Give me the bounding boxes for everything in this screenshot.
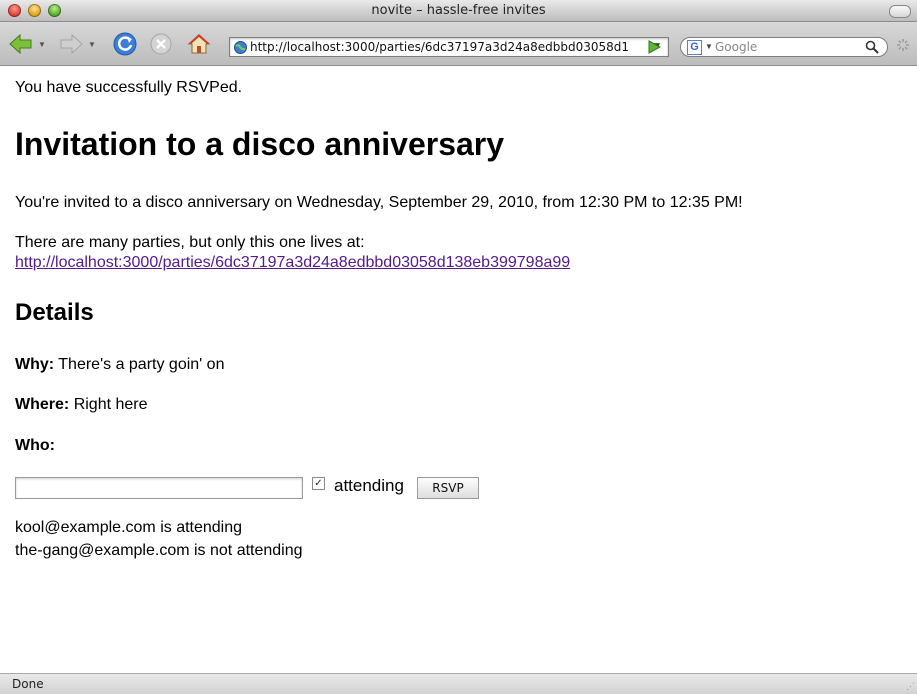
where-label: Where: [15,396,70,413]
details-heading: Details [15,299,94,326]
where-value: Right here [73,396,148,413]
rsvp-email-input[interactable] [15,477,303,499]
who-line: Who: [15,437,55,455]
guest-list-item: the-gang@example.com is not attending [15,542,303,559]
forward-history-dropdown-icon[interactable]: ▼ [88,40,96,49]
window-title: novite – hassle-free invites [371,3,546,18]
home-icon [187,34,211,54]
stop-icon [150,33,172,55]
google-engine-icon[interactable]: G [687,40,702,55]
party-url-paragraph: There are many parties, but only this on… [15,233,570,273]
back-history-dropdown-icon[interactable]: ▼ [38,40,46,49]
globe-icon [234,41,247,54]
search-placeholder: Google [715,40,758,54]
invitation-text: You're invited to a disco anniversary on… [15,194,743,211]
flash-notice: You have successfully RSVPed. [15,79,243,96]
rsvp-button[interactable]: RSVP [417,477,479,499]
status-bar: Done ⋰ [0,673,917,694]
reload-icon [113,32,137,56]
who-label: Who: [15,437,55,454]
where-line: Where: Right here [15,396,148,414]
navigation-toolbar: ▼ ▼ http://localhost:3000/parties/6dc371… [0,22,917,66]
page-title: Invitation to a disco anniversary [15,126,505,162]
reload-button[interactable] [112,31,138,57]
home-button[interactable] [186,31,212,57]
search-icon[interactable] [865,40,879,54]
search-engine-dropdown-icon[interactable]: ▼ [705,42,713,51]
back-arrow-icon [9,33,32,55]
rsvp-form: ✓ attending RSVP [15,475,615,499]
party-url-intro: There are many parties, but only this on… [15,234,365,251]
activity-throbber-icon [897,39,909,51]
back-button[interactable] [8,31,34,57]
forward-button[interactable] [58,31,84,57]
why-line: Why: There's a party goin' on [15,356,224,374]
guest-list-item: kool@example.com is attending [15,519,243,536]
why-value: There's a party goin' on [58,356,225,373]
attending-label: attending [334,476,404,495]
party-permalink[interactable]: http://localhost:3000/parties/6dc37197a3… [15,254,570,271]
resize-grip-icon[interactable]: ⋰ [906,681,915,692]
forward-arrow-icon [60,33,83,55]
address-bar[interactable]: http://localhost:3000/parties/6dc37197a3… [229,37,669,57]
title-bar: novite – hassle-free invites [0,0,917,22]
toolbar-toggle-button[interactable] [889,5,911,18]
url-text: http://localhost:3000/parties/6dc37197a3… [250,40,630,54]
search-bar[interactable]: G ▼ Google [680,37,888,57]
why-label: Why: [15,356,55,373]
go-arrow-icon[interactable] [647,40,661,54]
status-text: Done [12,677,44,691]
stop-button[interactable] [148,31,174,57]
guest-list: kool@example.com is attending the-gang@e… [15,516,303,562]
attending-checkbox[interactable]: ✓ [312,477,325,490]
